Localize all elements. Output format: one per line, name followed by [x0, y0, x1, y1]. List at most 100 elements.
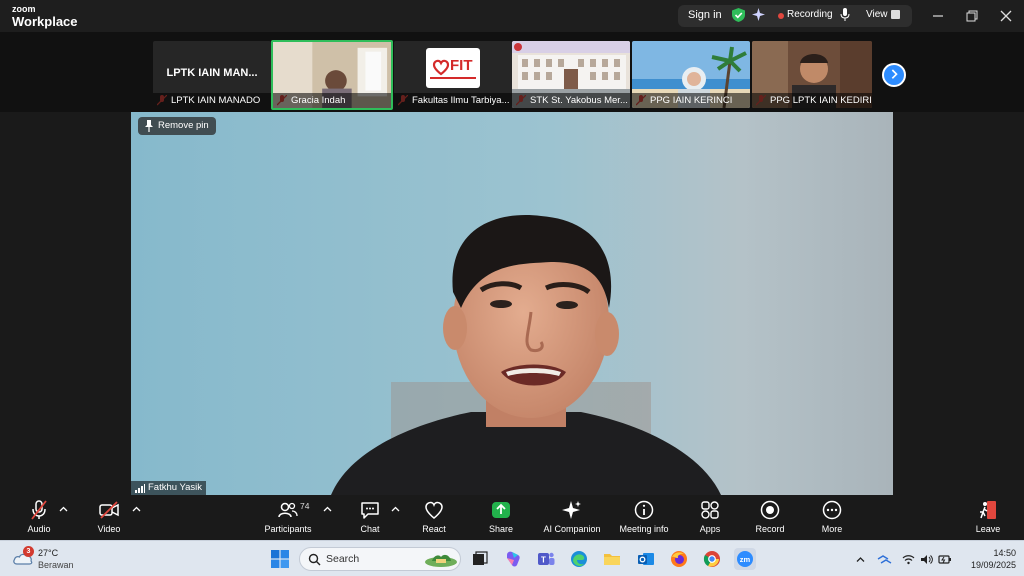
participants-icon [278, 502, 298, 518]
video-label: Video [97, 524, 121, 534]
search-placeholder: Search [326, 553, 360, 565]
brand-line1: zoom [12, 4, 36, 14]
react-label: React [422, 524, 446, 534]
chevron-up-icon[interactable] [59, 505, 68, 514]
zoom-taskbar-icon[interactable]: zm [734, 548, 756, 570]
tile-name-text: LPTK IAIN MAN... [166, 67, 258, 79]
file-explorer-icon[interactable] [602, 549, 622, 569]
view-button[interactable]: View [866, 9, 888, 20]
restore-icon[interactable] [962, 6, 982, 26]
chevron-up-icon[interactable] [132, 505, 141, 514]
participant-tile[interactable]: FIT Fakultas Ilmu Tarbiya... [394, 41, 512, 108]
speaker-video-frame [131, 112, 893, 495]
apps-icon [701, 501, 719, 519]
pin-icon [145, 120, 153, 132]
share-icon [492, 502, 510, 518]
svg-text:zm: zm [740, 555, 751, 564]
next-page-button[interactable] [882, 63, 906, 87]
minimize-icon[interactable] [928, 6, 948, 26]
chevron-up-icon[interactable] [391, 505, 400, 514]
video-button[interactable]: Video [92, 499, 126, 537]
participant-name: Fakultas Ilmu Tarbiya... [394, 93, 512, 108]
windows-start-icon[interactable] [271, 550, 289, 568]
firefox-icon[interactable] [669, 549, 689, 569]
network-status-icon[interactable] [877, 553, 893, 566]
task-view-icon[interactable] [470, 549, 490, 569]
outlook-icon[interactable] [636, 549, 656, 569]
search-icon [308, 553, 321, 566]
brand-line2: Workplace [12, 14, 78, 29]
participant-name: STK St. Yakobus Mer... [512, 93, 630, 108]
leave-label: Leave [975, 524, 1001, 534]
ai-companion-label: AI Companion [543, 524, 601, 534]
clock-time: 14:50 [993, 548, 1016, 558]
zoom-window: zoom Workplace Sign in Recording View LP… [0, 0, 1024, 576]
chat-button[interactable]: Chat [355, 499, 385, 537]
meeting-info-button[interactable]: Meeting info [616, 499, 672, 537]
wifi-icon[interactable] [902, 553, 915, 566]
more-icon [822, 500, 842, 520]
search-highlight-illustration [425, 554, 457, 567]
participant-tile[interactable]: LPTK IAIN MAN... LPTK IAIN MANADO [153, 41, 271, 108]
view-grid-icon[interactable] [891, 10, 900, 19]
recording-indicator[interactable]: Recording [787, 9, 833, 20]
chrome-icon[interactable] [702, 549, 722, 569]
system-clock[interactable]: 14:50 19/09/2025 [966, 547, 1016, 571]
volume-icon[interactable] [920, 553, 933, 566]
react-button[interactable]: React [418, 499, 450, 537]
weather-badge: 3 [23, 546, 34, 557]
microphone-icon[interactable] [840, 8, 850, 22]
title-bar: zoom Workplace Sign in Recording View [0, 0, 1024, 32]
recording-dot-icon [778, 13, 784, 19]
remove-pin-button[interactable]: Remove pin [138, 117, 216, 135]
chat-icon [361, 502, 379, 519]
participants-label: Participants [264, 524, 312, 534]
sign-in-button[interactable]: Sign in [688, 9, 722, 21]
weather-temperature: 27°C [38, 548, 59, 558]
chevron-up-icon[interactable] [854, 553, 867, 566]
audio-label: Audio [27, 524, 51, 534]
speaker-name-label: Fatkhu Yasik [131, 481, 207, 495]
svg-text:T: T [541, 556, 546, 565]
meeting-toolbar: Audio Video Participants 74 Chat React S… [0, 495, 1024, 540]
participant-name: PPG IAIN KERINCI [632, 93, 750, 108]
weather-description: Berawan [38, 560, 74, 570]
copilot-icon[interactable] [503, 549, 523, 569]
ai-sparkle-icon [562, 501, 581, 519]
audio-button[interactable]: Audio [22, 499, 56, 537]
close-icon[interactable] [996, 6, 1016, 26]
sparkle-icon[interactable] [752, 8, 765, 21]
participant-tile[interactable]: STK St. Yakobus Mer... [512, 41, 630, 108]
speaker-video [131, 112, 893, 495]
windows-taskbar: 3 27°C Berawan Search T zm 14:50 19/09/2… [0, 540, 1024, 576]
shield-icon[interactable] [732, 8, 745, 22]
participant-tile[interactable]: PPG IAIN KERINCI [632, 41, 750, 108]
info-icon [634, 500, 654, 520]
apps-button[interactable]: Apps [696, 499, 724, 537]
participant-name: LPTK IAIN MANADO [153, 93, 271, 108]
video-off-icon [99, 501, 119, 519]
participant-name: Gracia Indah [273, 93, 391, 108]
participant-tile[interactable]: PPG LPTK IAIN KEDIRI [752, 41, 872, 108]
chevron-up-icon[interactable] [323, 505, 332, 514]
record-button[interactable]: Record [754, 499, 786, 537]
leave-icon [980, 501, 996, 519]
logo-text: FIT [450, 57, 473, 74]
more-label: More [821, 524, 843, 534]
record-icon [760, 500, 780, 520]
participant-name: PPG LPTK IAIN KEDIRI [752, 93, 872, 108]
apps-label: Apps [699, 524, 721, 534]
teams-icon[interactable]: T [536, 549, 556, 569]
zoom-logo: zoom Workplace [12, 4, 78, 29]
more-button[interactable]: More [818, 499, 846, 537]
ai-companion-button[interactable]: AI Companion [540, 499, 604, 537]
record-label: Record [755, 524, 785, 534]
clock-date: 19/09/2025 [970, 560, 1016, 570]
signal-bars-icon [135, 484, 145, 493]
taskbar-search[interactable]: Search [299, 547, 461, 571]
share-button[interactable]: Share [485, 499, 517, 537]
battery-icon[interactable] [938, 553, 952, 566]
edge-icon[interactable] [569, 549, 589, 569]
participant-tile-active[interactable]: Gracia Indah [271, 40, 393, 110]
leave-button[interactable]: Leave [974, 499, 1002, 537]
